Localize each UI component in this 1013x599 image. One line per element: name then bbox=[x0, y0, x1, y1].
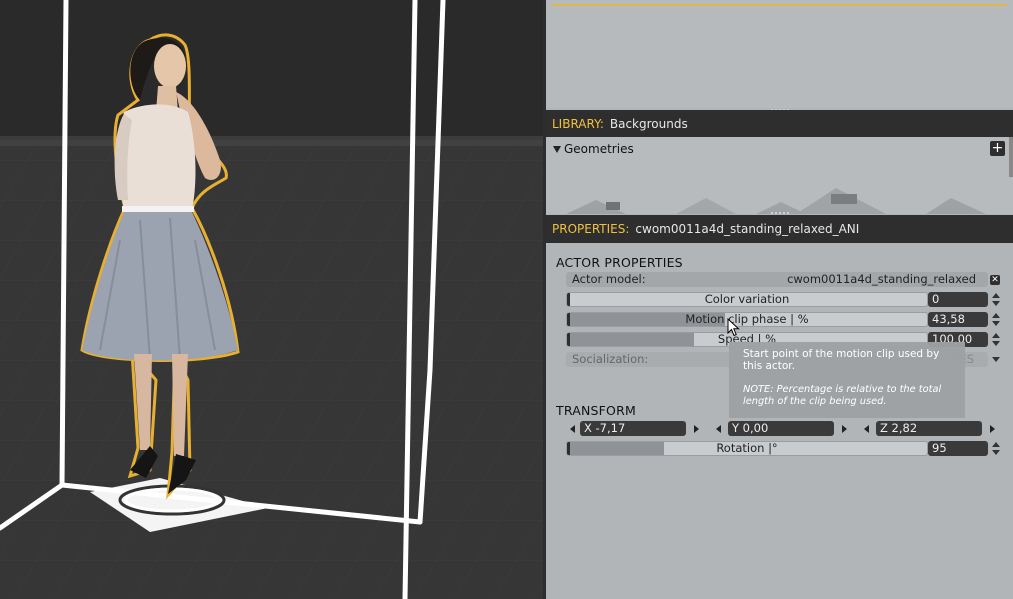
library-header: LIBRARY: Backgrounds bbox=[546, 110, 1013, 138]
color-variation-slider[interactable]: Color variation bbox=[566, 292, 928, 307]
library-label: LIBRARY: bbox=[552, 117, 604, 131]
right-panel: LIBRARY: Backgrounds Geometries + PROPERT… bbox=[543, 0, 1013, 599]
library-group-geometries[interactable]: Geometries bbox=[564, 142, 634, 156]
x-position-field[interactable]: X -7,17 bbox=[580, 421, 686, 436]
actor-model-field[interactable]: Actor model: cwom0011a4d_standing_relaxe… bbox=[566, 272, 988, 287]
actor-model-value: cwom0011a4d_standing_relaxed bbox=[787, 272, 976, 286]
motion-clip-phase-slider[interactable]: Motion clip phase | % bbox=[566, 312, 928, 327]
add-icon[interactable]: + bbox=[990, 141, 1005, 156]
close-icon[interactable]: ✕ bbox=[990, 275, 1000, 285]
x-increment-icon[interactable] bbox=[694, 425, 699, 433]
rotation-slider[interactable]: Rotation |° bbox=[566, 441, 928, 456]
z-increment-icon[interactable] bbox=[990, 425, 995, 433]
motion-clip-phase-value[interactable]: 43,58 bbox=[928, 312, 988, 327]
top-panel-area bbox=[546, 0, 1013, 112]
geometry-thumbnails[interactable] bbox=[566, 188, 996, 214]
scene-canvas bbox=[0, 0, 543, 599]
color-variation-spinner-icon[interactable] bbox=[992, 292, 1000, 307]
library-scrollbar[interactable] bbox=[1009, 137, 1013, 177]
y-position-field[interactable]: Y 0,00 bbox=[728, 421, 834, 436]
accent-line bbox=[552, 4, 1007, 6]
z-decrement-icon[interactable] bbox=[864, 425, 869, 433]
y-increment-icon[interactable] bbox=[842, 425, 847, 433]
color-variation-label: Color variation bbox=[704, 292, 790, 306]
chevron-down-icon[interactable] bbox=[992, 352, 1000, 367]
properties-body: ACTOR PROPERTIES Actor model: cwom0011a4… bbox=[546, 243, 1013, 599]
y-decrement-icon[interactable] bbox=[716, 425, 721, 433]
tooltip-note: NOTE: Percentage is relative to the tota… bbox=[743, 384, 942, 407]
speed-spinner-icon[interactable] bbox=[992, 332, 1000, 347]
transform-title: TRANSFORM bbox=[556, 403, 636, 418]
socialization-label: Socialization: bbox=[572, 352, 649, 366]
tooltip: Start point of the motion clip used by t… bbox=[729, 342, 965, 418]
x-decrement-icon[interactable] bbox=[570, 425, 575, 433]
color-variation-value[interactable]: 0 bbox=[928, 292, 988, 307]
properties-header: PROPERTIES: cwom0011a4d_standing_relaxed_… bbox=[546, 215, 1013, 243]
rotation-spinner-icon[interactable] bbox=[992, 441, 1000, 456]
z-position-field[interactable]: Z 2,82 bbox=[876, 421, 982, 436]
collapse-triangle-icon[interactable] bbox=[553, 146, 561, 153]
library-value[interactable]: Backgrounds bbox=[610, 117, 688, 131]
actor-model-label: Actor model: bbox=[572, 272, 646, 286]
actor-properties-title: ACTOR PROPERTIES bbox=[556, 255, 683, 270]
tooltip-text: Start point of the motion clip used by t… bbox=[743, 348, 940, 372]
properties-value: cwom0011a4d_standing_relaxed_ANI bbox=[635, 222, 860, 236]
rotation-label: Rotation |° bbox=[716, 441, 778, 455]
properties-label: PROPERTIES: bbox=[552, 222, 630, 236]
resize-grip-icon[interactable] bbox=[770, 212, 789, 214]
rotation-value[interactable]: 95 bbox=[928, 441, 988, 456]
mouse-cursor-icon bbox=[727, 318, 740, 337]
library-body: Geometries + bbox=[546, 137, 1013, 214]
motion-clip-phase-label: Motion clip phase | % bbox=[685, 312, 809, 326]
3d-viewport[interactable] bbox=[0, 0, 543, 599]
motion-clip-phase-spinner-icon[interactable] bbox=[992, 312, 1000, 327]
